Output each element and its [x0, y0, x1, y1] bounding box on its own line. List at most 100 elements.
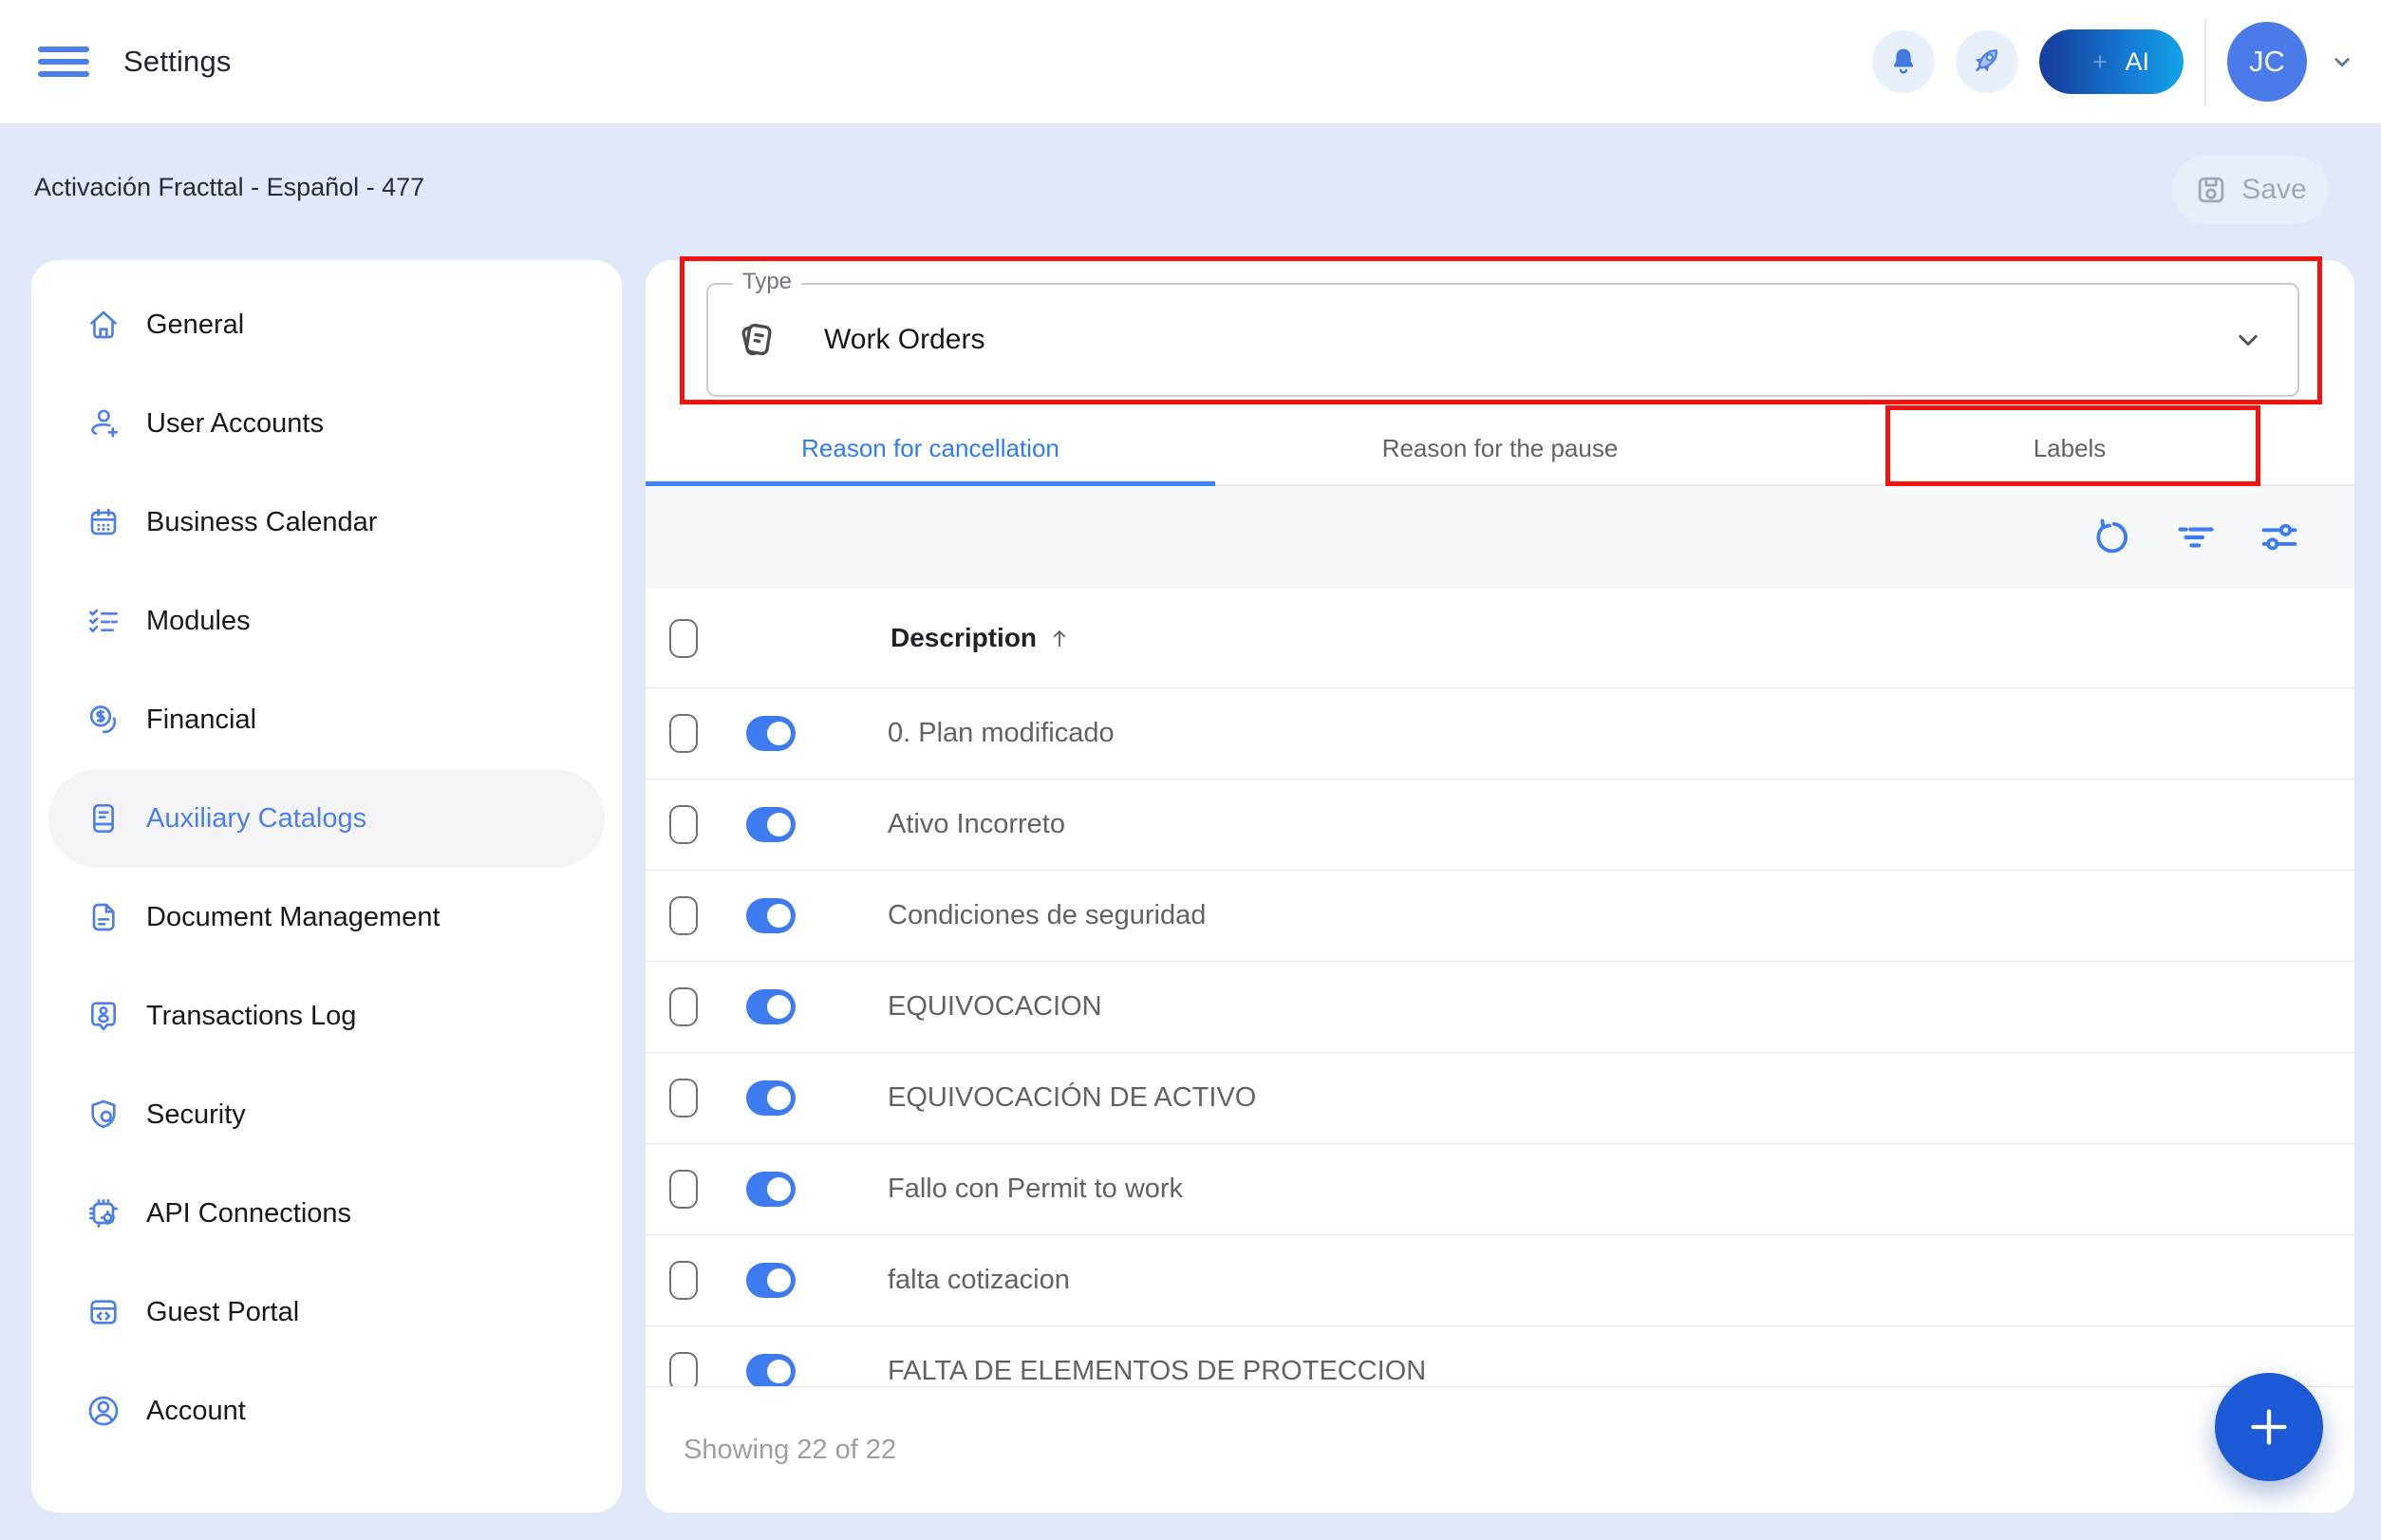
table-row[interactable]: falta cotizacion [646, 1235, 2354, 1326]
sidebar-item-modules[interactable]: Modules [48, 572, 605, 670]
sidebar-item-auxiliary-catalogs[interactable]: Auxiliary Catalogs [48, 769, 605, 868]
row-checkbox[interactable] [669, 1079, 698, 1117]
sidebar-item-label: Guest Portal [146, 1297, 299, 1328]
row-checkbox[interactable] [669, 987, 698, 1026]
sidebar-item-security[interactable]: Security [48, 1065, 605, 1164]
tune-sliders-icon[interactable] [2258, 516, 2301, 559]
top-bar-actions: AI JC [1872, 18, 2381, 105]
row-enabled-toggle[interactable] [746, 716, 796, 751]
shield-icon [84, 1096, 122, 1134]
row-enabled-toggle[interactable] [746, 1263, 796, 1298]
document-icon [84, 898, 122, 936]
sidebar-item-label: User Accounts [146, 408, 324, 440]
sidebar-item-label: Document Management [146, 902, 441, 933]
sidebar-item-business-calendar[interactable]: Business Calendar [48, 473, 605, 572]
browser-code-icon [84, 1293, 122, 1331]
row-description: Fallo con Permit to work [888, 1174, 1183, 1205]
sidebar-item-document-management[interactable]: Document Management [48, 868, 605, 967]
ai-button-label: AI [2125, 47, 2149, 77]
refresh-icon[interactable] [2090, 516, 2134, 559]
table-row[interactable]: EQUIVOCACION [646, 962, 2354, 1053]
rocket-icon [1968, 43, 2006, 81]
add-item-fab[interactable] [2215, 1373, 2323, 1481]
save-button-label: Save [2241, 174, 2306, 206]
type-dropdown[interactable]: Type Work Orders [706, 283, 2299, 397]
sidebar-item-label: Transactions Log [146, 1001, 356, 1032]
row-enabled-toggle[interactable] [746, 807, 796, 842]
page-title: Settings [123, 45, 232, 79]
sidebar-item-label: Auxiliary Catalogs [146, 803, 366, 835]
table-row[interactable]: 0. Plan modificado [646, 688, 2354, 779]
sidebar-item-transactions-log[interactable]: Transactions Log [48, 967, 605, 1065]
row-description: EQUIVOCACIÓN DE ACTIVO [888, 1082, 1256, 1114]
row-description: Ativo Incorreto [888, 809, 1065, 840]
row-description: 0. Plan modificado [888, 718, 1115, 749]
sidebar-item-financial[interactable]: Financial [48, 670, 605, 769]
tab-reason-for-the-pause[interactable]: Reason for the pause [1215, 412, 1785, 484]
row-description: falta cotizacion [888, 1265, 1070, 1296]
row-checkbox[interactable] [669, 714, 698, 753]
table-row[interactable]: EQUIVOCACIÓN DE ACTIVO [646, 1053, 2354, 1144]
sidebar-item-api-connections[interactable]: API Connections [48, 1164, 605, 1263]
row-enabled-toggle[interactable] [746, 1354, 796, 1386]
tab-reason-for-cancellation[interactable]: Reason for cancellation [646, 412, 1215, 484]
account-menu-chevron-down-icon[interactable] [2328, 47, 2356, 76]
row-description: EQUIVOCACION [888, 991, 1102, 1023]
sidebar-item-general[interactable]: General [48, 275, 605, 374]
row-enabled-toggle[interactable] [746, 989, 796, 1024]
dollar-coin-icon [84, 701, 122, 739]
type-field-label: Type [733, 269, 801, 295]
chip-gear-icon [84, 1194, 122, 1232]
sparkle-icon [2092, 54, 2108, 69]
plus-icon [2241, 1399, 2297, 1455]
notifications-button[interactable] [1872, 30, 1935, 93]
avatar[interactable]: JC [2227, 22, 2307, 102]
main-content-card: Type Work Orders Reason for cancellation… [646, 260, 2354, 1512]
whats-new-button[interactable] [1956, 30, 2018, 93]
row-checkbox[interactable] [669, 896, 698, 935]
save-button[interactable]: Save [2172, 156, 2328, 224]
table-row[interactable]: FALTA DE ELEMENTOS DE PROTECCION [646, 1326, 2354, 1386]
row-enabled-toggle[interactable] [746, 1172, 796, 1207]
table-header-row: Description [646, 589, 2354, 688]
work-order-cards-icon [733, 316, 780, 364]
sidebar-item-account[interactable]: Account [48, 1362, 605, 1460]
sidebar-item-guest-portal[interactable]: Guest Portal [48, 1263, 605, 1362]
sidebar-item-label: Security [146, 1099, 246, 1131]
user-add-icon [84, 404, 122, 442]
select-all-checkbox[interactable] [669, 619, 698, 658]
table-row[interactable]: Ativo Incorreto [646, 779, 2354, 871]
table-toolbar [646, 486, 2354, 589]
catalog-book-icon [84, 799, 122, 837]
row-checkbox[interactable] [669, 805, 698, 844]
breadcrumb: Activación Fracttal - Español - 477 [34, 173, 424, 202]
sidebar-item-user-accounts[interactable]: User Accounts [48, 374, 605, 473]
sidebar-item-label: Business Calendar [146, 507, 377, 538]
sidebar-item-label: General [146, 310, 244, 341]
chevron-down-icon [2231, 323, 2265, 357]
sidebar-item-label: Account [146, 1396, 246, 1427]
row-enabled-toggle[interactable] [746, 1080, 796, 1116]
row-checkbox[interactable] [669, 1170, 698, 1209]
row-enabled-toggle[interactable] [746, 898, 796, 933]
filter-icon[interactable] [2174, 516, 2218, 559]
tab-labels[interactable]: Labels [1785, 412, 2354, 484]
row-description: Condiciones de seguridad [888, 900, 1206, 931]
sidebar-item-label: Financial [146, 704, 256, 736]
type-selected-value: Work Orders [824, 324, 984, 356]
column-header-description[interactable]: Description [891, 623, 1073, 653]
header-divider [2204, 18, 2206, 105]
table-footer: Showing 22 of 22 [646, 1386, 2354, 1512]
ai-assistant-button[interactable]: AI [2039, 29, 2184, 94]
sort-ascending-arrow-icon [1046, 625, 1073, 651]
row-checkbox[interactable] [669, 1352, 698, 1386]
checklist-icon [84, 602, 122, 640]
table-row[interactable]: Condiciones de seguridad [646, 871, 2354, 962]
table-body: 0. Plan modificado Ativo Incorreto Condi… [646, 688, 2354, 1386]
transactions-badge-icon [84, 997, 122, 1035]
menu-hamburger-icon[interactable] [38, 40, 89, 84]
home-icon [84, 306, 122, 344]
table-row[interactable]: Fallo con Permit to work [646, 1144, 2354, 1235]
row-checkbox[interactable] [669, 1261, 698, 1300]
sidebar-item-label: API Connections [146, 1198, 351, 1230]
